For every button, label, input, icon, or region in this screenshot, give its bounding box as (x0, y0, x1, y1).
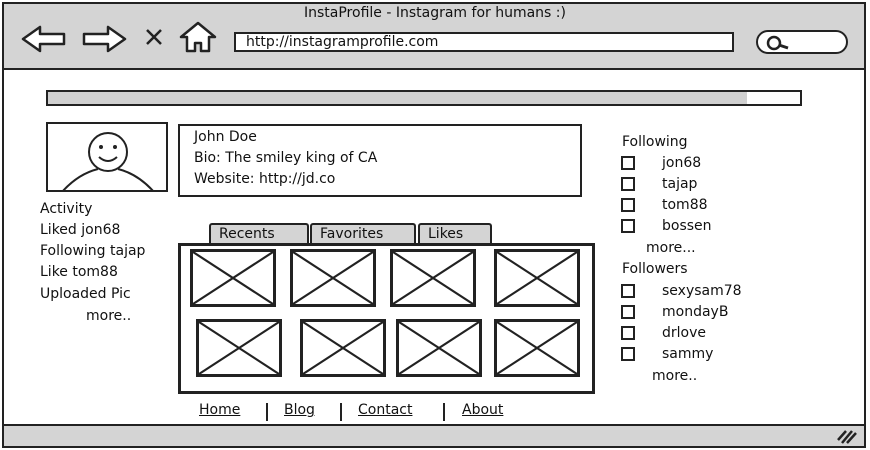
activity-heading: Activity (40, 201, 93, 217)
footer-link-home[interactable]: Home (199, 402, 240, 418)
activity-item[interactable]: Like tom88 (40, 262, 118, 283)
followers-heading: Followers (622, 261, 688, 277)
image-placeholder-icon (399, 322, 479, 374)
activity-item[interactable]: Following tajap (40, 241, 145, 262)
profile-website[interactable]: Website: http://jd.co (194, 169, 566, 190)
following-user[interactable]: tom88 (662, 197, 708, 213)
resize-grip-icon[interactable] (836, 428, 858, 444)
home-icon[interactable] (178, 20, 218, 54)
forward-arrow-icon[interactable] (80, 24, 128, 54)
progress-fill (48, 92, 748, 104)
followers-more-link[interactable]: more.. (652, 368, 697, 384)
activity-item[interactable]: Liked jon68 (40, 220, 120, 241)
smiley-face-icon (62, 132, 154, 190)
image-placeholder-icon (199, 322, 279, 374)
tab-label: Likes (428, 226, 464, 242)
following-checkbox[interactable] (621, 219, 635, 233)
following-user[interactable]: jon68 (662, 155, 701, 171)
follower-user[interactable]: drlove (662, 325, 706, 341)
activity-more-link[interactable]: more.. (86, 306, 131, 327)
follower-user[interactable]: sammy (662, 346, 713, 362)
photo-thumbnail[interactable] (390, 249, 476, 307)
profile-name: John Doe (194, 129, 257, 145)
photo-thumbnail[interactable] (190, 249, 276, 307)
following-user[interactable]: bossen (662, 218, 712, 234)
profile-info: John Doe Bio: The smiley king of CA Webs… (178, 124, 582, 197)
activity-item[interactable]: Uploaded Pic (40, 284, 131, 305)
following-user[interactable]: tajap (662, 176, 697, 192)
image-placeholder-icon (497, 322, 577, 374)
photo-thumbnail[interactable] (290, 249, 376, 307)
avatar (46, 122, 168, 192)
image-placeholder-icon (303, 322, 383, 374)
address-bar[interactable]: http://instagramprofile.com (234, 32, 734, 52)
footer-divider (340, 403, 342, 421)
follower-user[interactable]: mondayB (662, 304, 728, 320)
follower-checkbox[interactable] (621, 326, 635, 340)
following-checkbox[interactable] (621, 198, 635, 212)
close-icon[interactable] (144, 27, 164, 47)
photo-thumbnail[interactable] (396, 319, 482, 377)
search-icon[interactable] (764, 34, 790, 52)
tab-recents[interactable]: Recents (209, 223, 309, 243)
photo-thumbnail[interactable] (196, 319, 282, 377)
status-bar (2, 424, 866, 448)
image-placeholder-icon (393, 252, 473, 304)
tab-label: Favorites (320, 226, 384, 242)
tab-label: Recents (219, 226, 275, 242)
back-arrow-icon[interactable] (20, 24, 68, 54)
follower-user[interactable]: sexysam78 (662, 283, 742, 299)
image-placeholder-icon (497, 252, 577, 304)
tab-favorites[interactable]: Favorites (310, 223, 416, 243)
follower-checkbox[interactable] (621, 305, 635, 319)
following-checkbox[interactable] (621, 177, 635, 191)
footer-link-about[interactable]: About (462, 402, 503, 418)
tab-likes[interactable]: Likes (418, 223, 492, 243)
follower-checkbox[interactable] (621, 347, 635, 361)
profile-bio: Bio: The smiley king of CA (194, 150, 378, 166)
progress-bar (46, 90, 802, 106)
image-placeholder-icon (293, 252, 373, 304)
photo-thumbnail[interactable] (494, 319, 580, 377)
window-title: InstaProfile - Instagram for humans :) (304, 5, 566, 21)
footer-link-blog[interactable]: Blog (284, 402, 315, 418)
following-more-link[interactable]: more... (646, 240, 696, 256)
follower-checkbox[interactable] (621, 284, 635, 298)
search-input[interactable] (756, 30, 848, 54)
image-placeholder-icon (193, 252, 273, 304)
following-heading: Following (622, 134, 688, 150)
footer-link-contact[interactable]: Contact (358, 402, 412, 418)
following-checkbox[interactable] (621, 156, 635, 170)
photo-thumbnail[interactable] (494, 249, 580, 307)
photo-thumbnail[interactable] (300, 319, 386, 377)
footer-divider (266, 403, 268, 421)
url-text: http://instagramprofile.com (246, 34, 439, 50)
footer-divider (443, 403, 445, 421)
